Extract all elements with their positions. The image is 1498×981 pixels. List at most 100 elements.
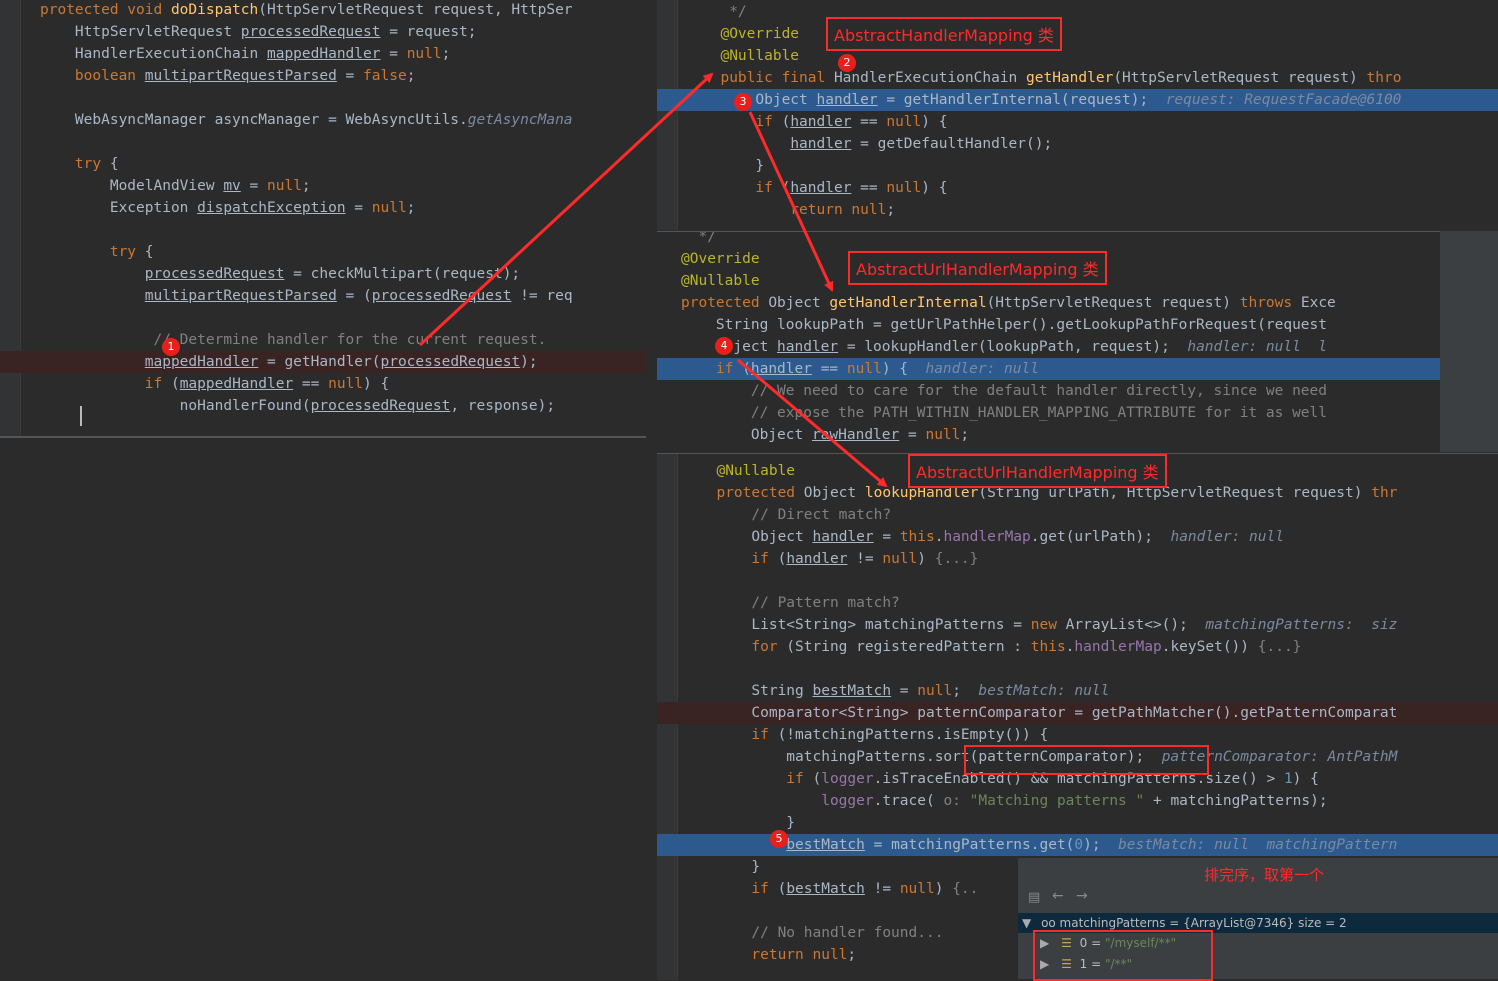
code-token: { (101, 156, 119, 172)
code-token: String (699, 683, 813, 699)
code-line: Object handler = getHandlerInternal(requ… (657, 89, 1498, 111)
forward-arrow-icon[interactable]: → (1076, 888, 1088, 904)
expand-down-icon[interactable]: ▼ (1022, 916, 1031, 930)
code-token: @Nullable (703, 48, 800, 64)
code-token: (HttpServletRequest request, HttpSer (258, 2, 573, 18)
code-line: */ (657, 231, 1440, 248)
code-token: {...} (934, 551, 979, 567)
code-line: noHandlerFound(processedRequest, respons… (0, 395, 646, 417)
code-token: throws (1239, 295, 1293, 311)
code-token: Exception (40, 200, 198, 216)
copy-icon[interactable]: ▤ (1028, 890, 1040, 905)
code-token: mappedHandler (179, 376, 294, 392)
code-token: ; (406, 200, 416, 216)
code-token: != (864, 881, 900, 897)
text-cursor (80, 406, 82, 426)
code-token: logger (821, 793, 874, 809)
code-token: // Pattern match? (699, 595, 900, 611)
code-token: Object (699, 529, 813, 545)
code-token: List<String> matchingPatterns = (699, 617, 1031, 633)
class-label-abstract-url-handler-mapping-1: AbstractUrlHandlerMapping 类 (848, 251, 1107, 285)
code-token: ) { (921, 180, 948, 196)
code-token: ; (886, 202, 896, 218)
code-token: // No handler found... (699, 925, 944, 941)
result-items-highlight-box (1033, 930, 1213, 981)
code-line: for (String registeredPattern : this.han… (657, 636, 1498, 658)
code-token: ; (441, 46, 451, 62)
code-token: // We need to care for the default handl… (681, 383, 1328, 399)
code-token: null (886, 114, 922, 130)
code-token: (HttpServletRequest request) (1113, 70, 1367, 86)
code-token: handler: null l (1187, 339, 1328, 355)
code-token: null (406, 46, 442, 62)
code-token: return null (699, 947, 848, 963)
code-line: if (mappedHandler == null) { (0, 373, 646, 395)
code-token: @Override (681, 251, 760, 267)
code-token: ) { (921, 114, 948, 130)
code-token: // expose the PATH_WITHIN_HANDLER_MAPPIN… (681, 405, 1328, 421)
code-token: @Override (703, 26, 800, 42)
code-token: if (681, 361, 734, 377)
step-badge-2: 2 (838, 54, 856, 72)
code-line: handler = getDefaultHandler(); (657, 133, 1498, 155)
code-line: processedRequest = checkMultipart(reques… (0, 263, 646, 285)
code-token: ); (520, 354, 538, 370)
code-line: Comparator<String> patternComparator = g… (657, 702, 1498, 724)
code-token: = getHandler( (258, 354, 381, 370)
code-token: for (699, 639, 778, 655)
annotation-note-sort-take-first: 排完序，取第一个 (1204, 866, 1325, 884)
code-token: = ( (336, 288, 372, 304)
code-line: // Determine handler for the current req… (0, 329, 646, 351)
code-token: = (380, 46, 407, 62)
code-token: ; (952, 683, 979, 699)
code-token: null (846, 361, 882, 377)
code-line: @Override (657, 23, 1498, 45)
code-token: .keySet()) (1161, 639, 1258, 655)
code-token: handler (750, 361, 812, 377)
code-token: this (1030, 639, 1066, 655)
back-arrow-icon[interactable]: ← (1052, 888, 1064, 904)
step-badge-3: 3 (734, 93, 752, 111)
code-line: HandlerExecutionChain mappedHandler = nu… (0, 43, 646, 65)
code-token: = matchingPatterns.get( (864, 837, 1075, 853)
code-token: null (886, 180, 922, 196)
code-token: if (699, 727, 769, 743)
code-token: } (703, 158, 765, 174)
code-token: = (336, 68, 364, 84)
code-token: null (267, 178, 302, 194)
step-badge-4: 4 (715, 337, 733, 355)
code-token: } (699, 815, 796, 831)
code-line: HttpServletRequest processedRequest = re… (0, 21, 646, 43)
code-token: logger (821, 771, 874, 787)
code-line: mappedHandler = getHandler(processedRequ… (0, 351, 646, 373)
code-token: HandlerExecutionChain (833, 70, 1027, 86)
code-token: null (328, 376, 364, 392)
code-line: Object rawHandler = null; (657, 424, 1440, 446)
class-label-abstract-handler-mapping: AbstractHandlerMapping 类 (826, 17, 1062, 51)
code-token: */ (681, 231, 716, 245)
code-token: (HttpServletRequest request) (986, 295, 1240, 311)
code-token: // Direct match? (699, 507, 892, 523)
code-token: {...} (1257, 639, 1302, 655)
code-token: Exce (1292, 295, 1336, 311)
code-token: null (899, 881, 935, 897)
code-token: = getDefaultHandler(); (851, 136, 1053, 152)
code-token: multipartRequestParsed (144, 68, 337, 84)
code-token: processedRequest (240, 24, 381, 40)
code-token: if (40, 376, 163, 392)
code-token: ( (772, 180, 791, 196)
code-line: try { (0, 241, 646, 263)
code-token: ) (917, 551, 935, 567)
editor-panel-dodispatch: protected void doDispatch(HttpServletReq… (0, 0, 646, 438)
code-line: // Direct match? (657, 504, 1498, 526)
code-token: o: (943, 793, 970, 809)
code-token: = (345, 200, 372, 216)
code-line: ModelAndView mv = null; (0, 175, 646, 197)
code-token: "Matching patterns " (969, 793, 1145, 809)
code-line: boolean multipartRequestParsed = false; (0, 65, 646, 87)
